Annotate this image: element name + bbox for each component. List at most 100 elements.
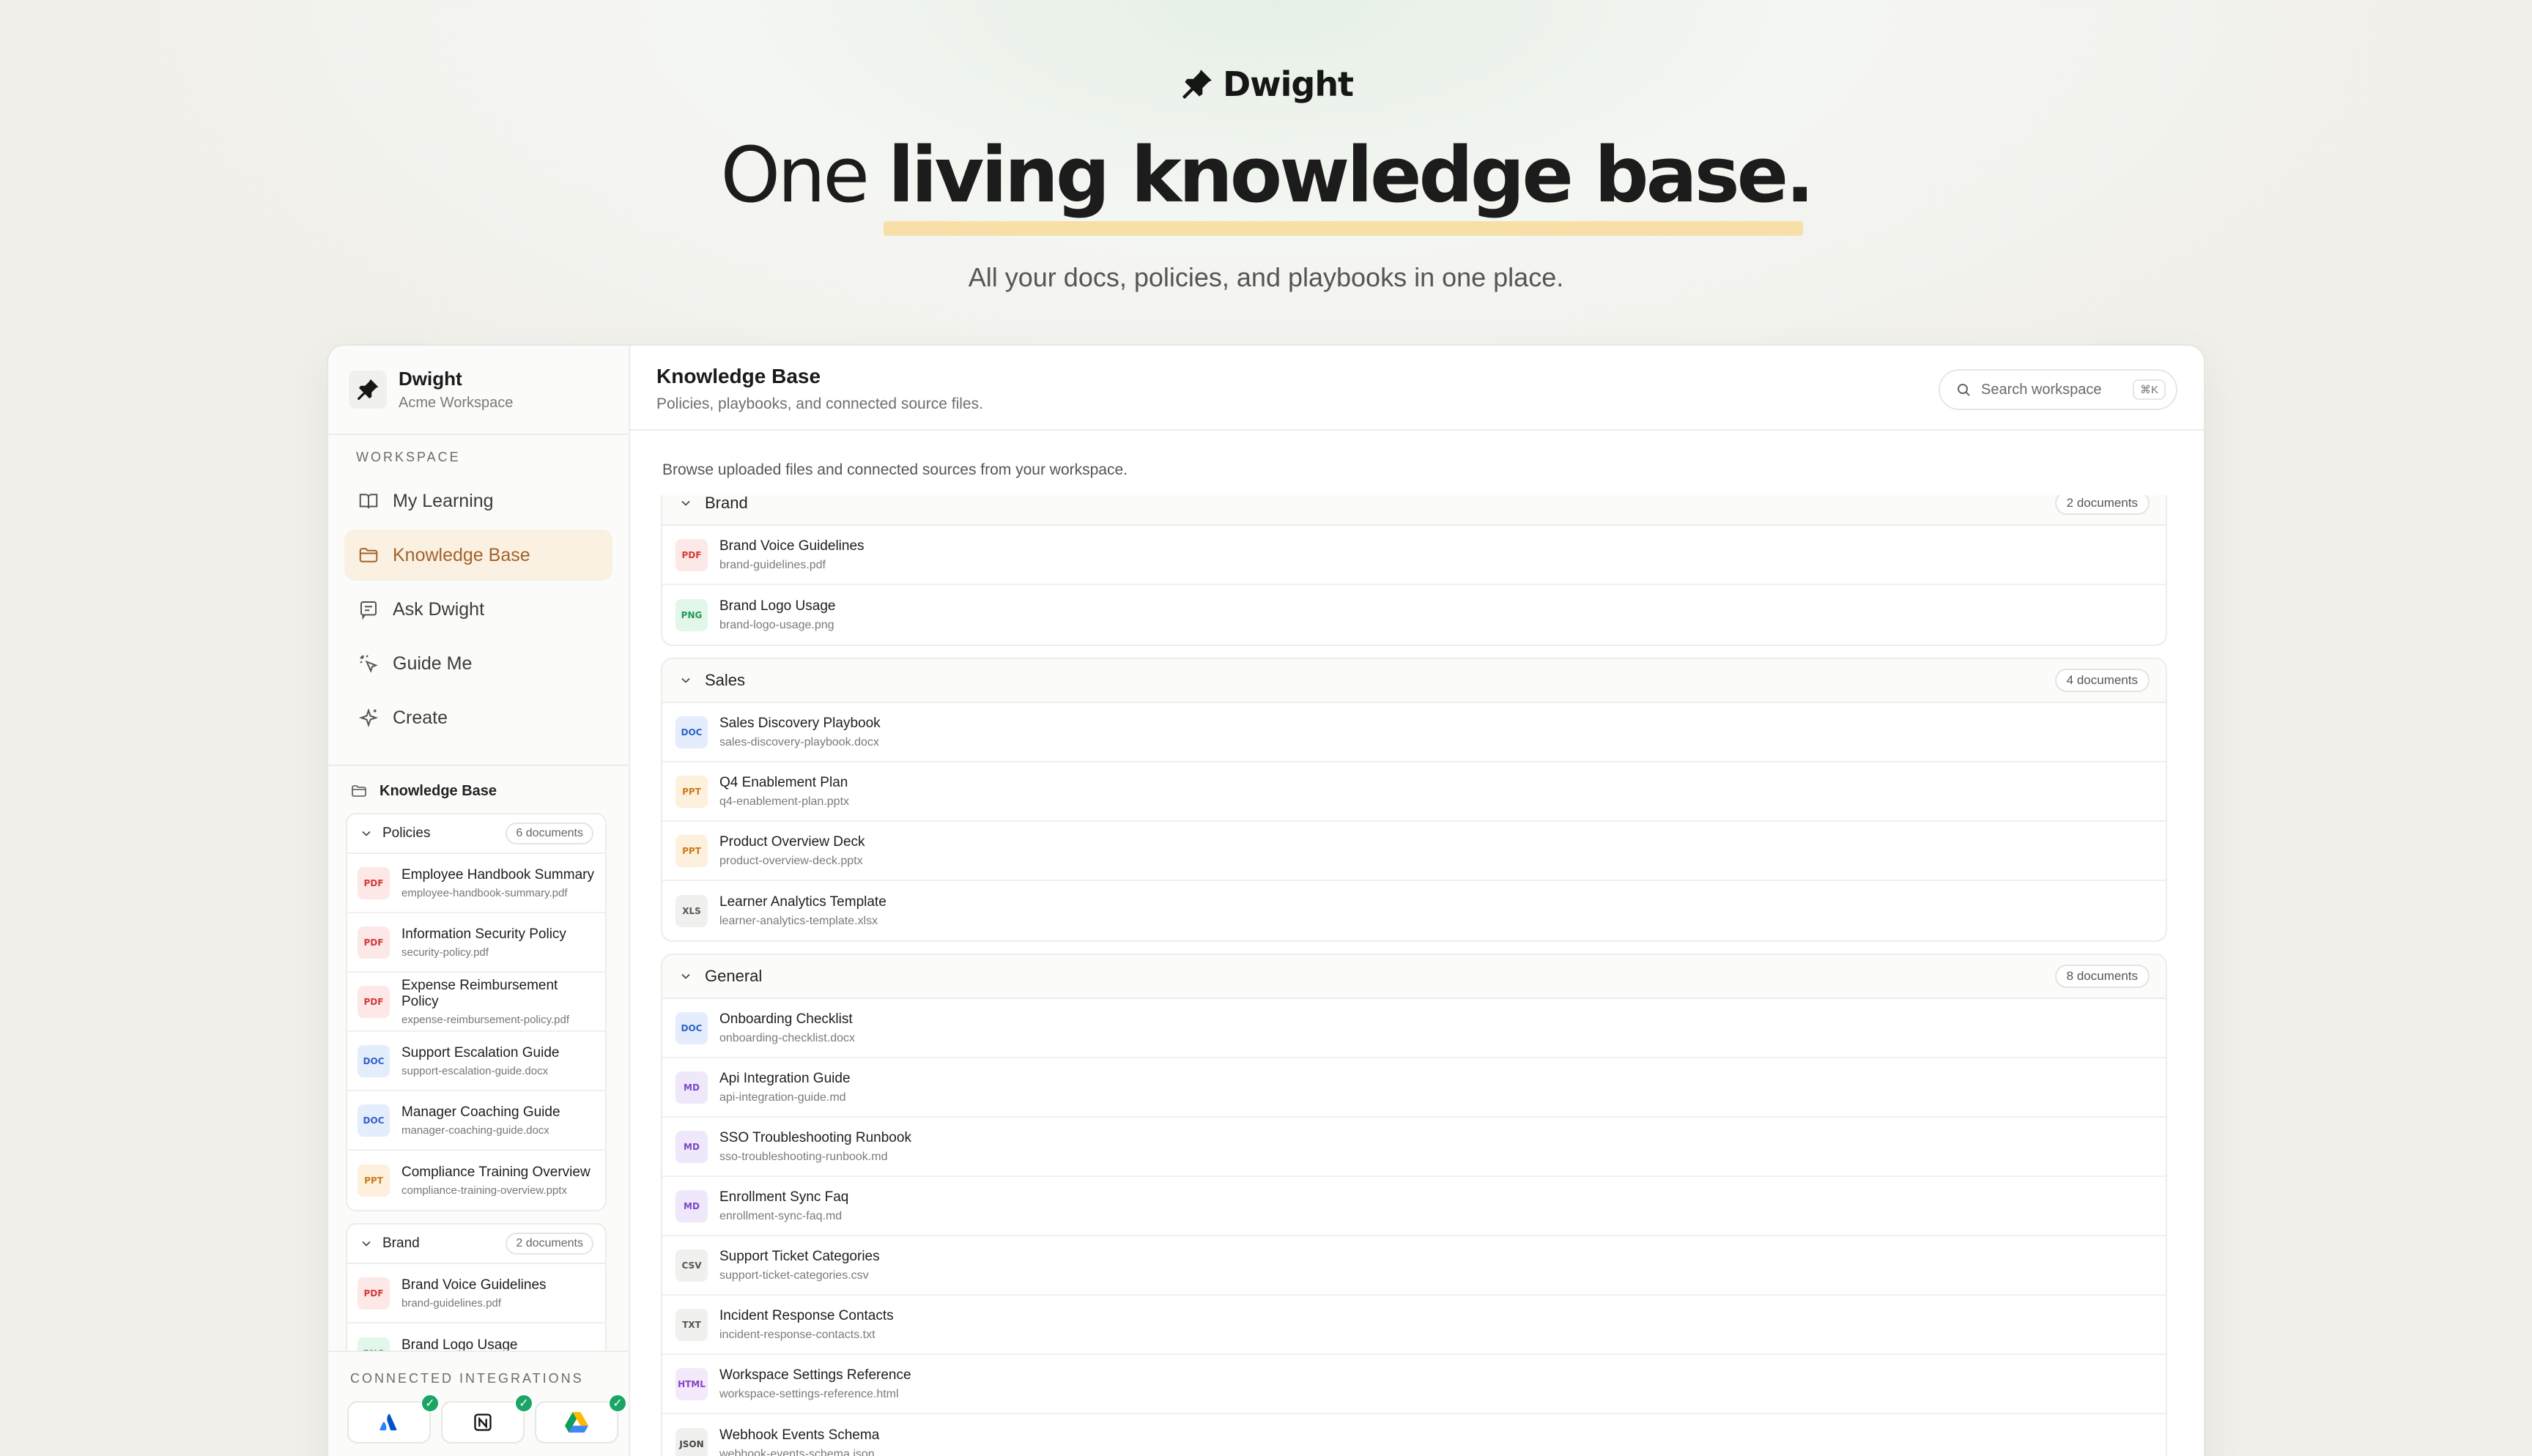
document-row[interactable]: XLS Learner Analytics Template learner-ana… [662, 881, 2166, 940]
group-name: Policies [382, 825, 431, 841]
group-header[interactable]: Policies 6 documents [347, 814, 605, 854]
document-row[interactable]: TXT Incident Response Contacts incident-re… [662, 1296, 2166, 1355]
document-list[interactable]: Brand 2 documents PDF Brand Voice Guideline… [630, 495, 2204, 1456]
document-filename: enrollment-sync-faq.md [719, 1209, 843, 1222]
chevron-down-icon [681, 973, 690, 979]
document-filename: compliance-training-overview.pptx [401, 1184, 567, 1197]
search-placeholder: Search workspace [1981, 381, 2102, 398]
workspace-header[interactable]: Dwight Acme Workspace [328, 346, 629, 435]
group-general: General 8 documents DOC Onboarding Checklis… [661, 954, 2167, 1456]
file-type-icon: MD [675, 1189, 708, 1222]
group-header[interactable]: Brand 2 documents [662, 495, 2166, 526]
group-name: Brand [382, 1236, 420, 1251]
file-type-icon: PPT [675, 834, 708, 867]
nav-item-label: Guide Me [393, 653, 473, 674]
search-input[interactable]: Search workspace ⌘K [1939, 369, 2177, 410]
nav-item-guide-me[interactable]: Guide Me [344, 638, 612, 689]
file-type-icon: JSON [675, 1427, 708, 1456]
file-type-icon: PPT [675, 775, 708, 808]
document-row[interactable]: CSV Support Ticket Categories support-tick… [662, 1236, 2166, 1296]
document-row[interactable]: DOC Onboarding Checklist onboarding-checkl… [662, 999, 2166, 1058]
nav-item-label: My Learning [393, 490, 494, 511]
document-title: Brand Voice Guidelines [401, 1277, 547, 1293]
nav-item-create[interactable]: Create [344, 692, 612, 743]
document-filename: brand-guidelines.pdf [719, 558, 826, 571]
document-row[interactable]: PDF Brand Voice Guidelines brand-guideline… [347, 1264, 605, 1323]
document-filename: q4-enablement-plan.pptx [719, 795, 850, 808]
document-row[interactable]: PNG Brand Logo Usage brand-logo-usage.png [662, 585, 2166, 645]
document-title: Expense Reimbursement Policy [401, 977, 558, 1009]
sidebar: Dwight Acme Workspace WORKSPACE My Learn… [328, 346, 630, 1456]
document-row[interactable]: DOC Support Escalation Guide support-escal… [347, 1032, 605, 1091]
document-title: Incident Response Contacts [719, 1307, 894, 1323]
document-filename: manager-coaching-guide.docx [401, 1123, 549, 1137]
document-count-badge: 2 documents [506, 1233, 593, 1255]
chevron-down-icon [681, 500, 690, 506]
document-row[interactable]: HTML Workspace Settings Reference workspac… [662, 1355, 2166, 1414]
document-filename: webhook-events-schema.json [719, 1447, 875, 1456]
tree-header[interactable]: Knowledge Base [328, 782, 629, 800]
nav-item-ask-dwight[interactable]: Ask Dwight [344, 584, 612, 635]
document-count-badge: 4 documents [2054, 669, 2150, 692]
document-count-badge: 2 documents [2054, 495, 2150, 515]
document-filename: incident-response-contacts.txt [719, 1328, 876, 1341]
document-row[interactable]: DOC Sales Discovery Playbook sales-discove… [662, 703, 2166, 762]
document-row[interactable]: JSON Webhook Events Schema webhook-events-… [662, 1414, 2166, 1456]
document-title: Brand Voice Guidelines [719, 538, 865, 554]
file-type-icon: DOC [675, 1011, 708, 1044]
group-policies: Policies 6 documents PDF Employee Handbook … [346, 813, 607, 1211]
file-type-icon: PDF [358, 866, 390, 899]
document-row[interactable]: PDF Expense Reimbursement Policy expense-r… [347, 973, 605, 1032]
headline-highlight: living knowledge base. [888, 130, 1815, 220]
integration-atlassian[interactable]: ✓ [347, 1394, 440, 1444]
cursor-click-icon [360, 655, 378, 673]
group-name: Sales [705, 671, 746, 689]
document-row[interactable]: MD SSO Troubleshooting Runbook sso-trouble… [662, 1118, 2166, 1177]
document-row[interactable]: MD Api Integration Guide api-integration-g… [662, 1058, 2166, 1118]
pushpin-icon [357, 379, 379, 401]
file-type-icon: MD [675, 1071, 708, 1104]
document-title: Information Security Policy [401, 926, 566, 942]
document-filename: security-policy.pdf [401, 946, 489, 959]
workspace-subtitle: Acme Workspace [399, 395, 514, 411]
document-row[interactable]: PDF Employee Handbook Summary employee-han… [347, 854, 605, 913]
document-title: Employee Handbook Summary [401, 866, 594, 883]
group-header[interactable]: Brand 2 documents [347, 1225, 605, 1264]
file-type-icon: XLS [675, 894, 708, 927]
document-filename: sales-discovery-playbook.docx [719, 735, 879, 749]
document-title: Brand Logo Usage [719, 598, 836, 614]
document-row[interactable]: MD Enrollment Sync Faq enrollment-sync-faq… [662, 1177, 2166, 1236]
document-row[interactable]: DOC Manager Coaching Guide manager-coachin… [347, 1091, 605, 1151]
check-icon: ✓ [421, 1394, 440, 1413]
search-icon [1958, 384, 1970, 396]
hero-subhead: All your docs, policies, and playbooks i… [968, 262, 1564, 292]
file-type-icon: DOC [358, 1044, 390, 1077]
group-header[interactable]: Sales 4 documents [662, 659, 2166, 703]
main-header: Knowledge Base Policies, playbooks, and … [630, 346, 2204, 431]
nav-item-my-learning[interactable]: My Learning [344, 475, 612, 527]
sidebar-nav: WORKSPACE My Learning Knowledge Base Ask… [328, 450, 629, 746]
document-row[interactable]: PPT Product Overview Deck product-overview… [662, 822, 2166, 881]
document-title: Webhook Events Schema [719, 1427, 880, 1443]
integration-notion[interactable]: ✓ [441, 1394, 533, 1444]
document-filename: workspace-settings-reference.html [719, 1387, 899, 1400]
nav-item-knowledge-base[interactable]: Knowledge Base [344, 530, 612, 581]
document-row[interactable]: PDF Brand Voice Guidelines brand-guideline… [662, 526, 2166, 585]
nav-item-label: Create [393, 707, 448, 728]
section-label-integrations: CONNECTED INTEGRATIONS [350, 1371, 584, 1386]
document-count-badge: 8 documents [2054, 965, 2150, 988]
integration-google-drive[interactable]: ✓ [535, 1394, 627, 1444]
document-row[interactable]: PPT Q4 Enablement Plan q4-enablement-plan.… [662, 762, 2166, 822]
document-row[interactable]: PDF Information Security Policy security-p… [347, 913, 605, 973]
document-title: Q4 Enablement Plan [719, 774, 848, 790]
document-title: Manager Coaching Guide [401, 1104, 560, 1120]
document-row[interactable]: PPT Compliance Training Overview complianc… [347, 1151, 605, 1210]
document-title: Learner Analytics Template [719, 894, 886, 910]
group-header[interactable]: General 8 documents [662, 955, 2166, 999]
chat-icon [360, 601, 377, 620]
document-filename: employee-handbook-summary.pdf [401, 886, 568, 899]
file-type-icon: HTML [675, 1367, 708, 1400]
document-filename: support-escalation-guide.docx [401, 1064, 549, 1077]
document-filename: brand-guidelines.pdf [401, 1296, 501, 1310]
knowledge-base-tree: Knowledge Base Policies 6 documents PDF Emp… [328, 765, 629, 1396]
